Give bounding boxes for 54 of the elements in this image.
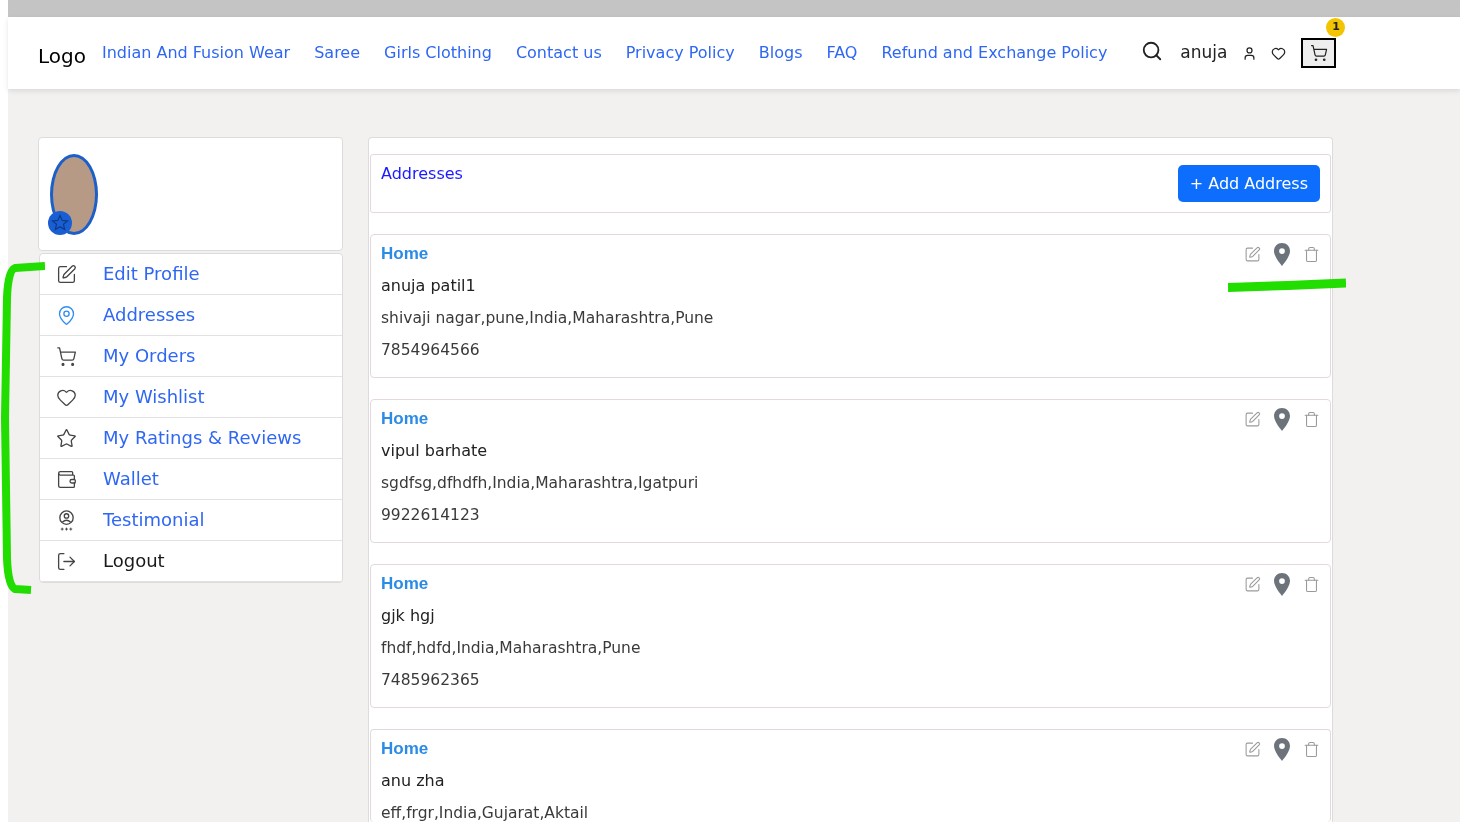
cart-count-badge: 1 [1326,18,1346,37]
logo[interactable]: Logo [38,41,86,71]
address-text: fhdf,hdfd,India,Maharashtra,Pune [381,639,641,657]
user-name[interactable]: anuja [1180,40,1228,66]
map-pin-icon[interactable] [1274,242,1290,266]
address-label: Home [381,740,429,758]
nav-link[interactable]: Privacy Policy [625,41,735,65]
map-pin-icon[interactable] [1274,737,1290,761]
nav-link[interactable]: Refund and Exchange Policy [881,41,1108,65]
address-label: Home [381,410,429,428]
phone-number: 7485962365 [381,671,480,689]
nav-link[interactable]: Girls Clothing [384,41,492,65]
cart-button[interactable] [1301,38,1337,68]
address-name: anuja patil1 [381,277,476,295]
sidebar-item[interactable]: Logout [40,541,342,582]
phone-number: 7854964566 [381,341,480,359]
heart-icon[interactable] [1271,45,1287,61]
search-icon[interactable] [1141,40,1164,62]
nav-link[interactable]: Saree [314,41,361,65]
address-text: eff,frgr,India,Gujarat,Aktail [381,804,589,822]
user-icon[interactable] [1242,45,1258,61]
map-pin-icon[interactable] [1274,572,1290,596]
address-name: vipul barhate [381,442,488,460]
nav-link[interactable]: FAQ [826,41,858,65]
addresses-title: Addresses [381,165,463,183]
nav-link[interactable]: Blogs [758,41,803,65]
address-name: gjk hgj [381,607,435,625]
address-text: shivaji nagar,pune,India,Maharashtra,Pune [381,309,714,327]
address-label: Home [381,245,429,263]
address-text: sgdfsg,dfhdfh,India,Maharashtra,Igatpuri [381,474,699,492]
add-address-button[interactable]: + Add Address [1177,165,1320,202]
trash-icon[interactable] [1303,245,1320,263]
sidebar-item[interactable]: My Wishlist [40,377,342,418]
star-badge-icon [48,211,72,235]
sidebar-item[interactable]: Addresses [40,295,342,336]
address-label: Home [381,575,429,593]
edit-icon[interactable] [1244,245,1261,263]
edit-icon[interactable] [1244,410,1261,428]
edit-icon[interactable] [1244,575,1261,593]
trash-icon[interactable] [1303,740,1320,758]
address-name: anu zha [381,772,445,790]
trash-icon[interactable] [1303,410,1320,428]
nav-link[interactable]: Indian And Fusion Wear [101,41,291,65]
sidebar-item[interactable]: Testimonial [40,500,342,541]
sidebar-item[interactable]: Edit Profile [40,254,342,295]
sidebar-item[interactable]: My Orders [40,336,342,377]
trash-icon[interactable] [1303,575,1320,593]
sidebar-item[interactable]: My Ratings & Reviews [40,418,342,459]
cart-icon [1309,44,1328,62]
sidebar-item[interactable]: Wallet [40,459,342,500]
phone-number: 9922614123 [381,506,480,524]
map-pin-icon[interactable] [1274,407,1290,431]
nav-link[interactable]: Contact us [515,41,602,65]
edit-icon[interactable] [1244,740,1261,758]
